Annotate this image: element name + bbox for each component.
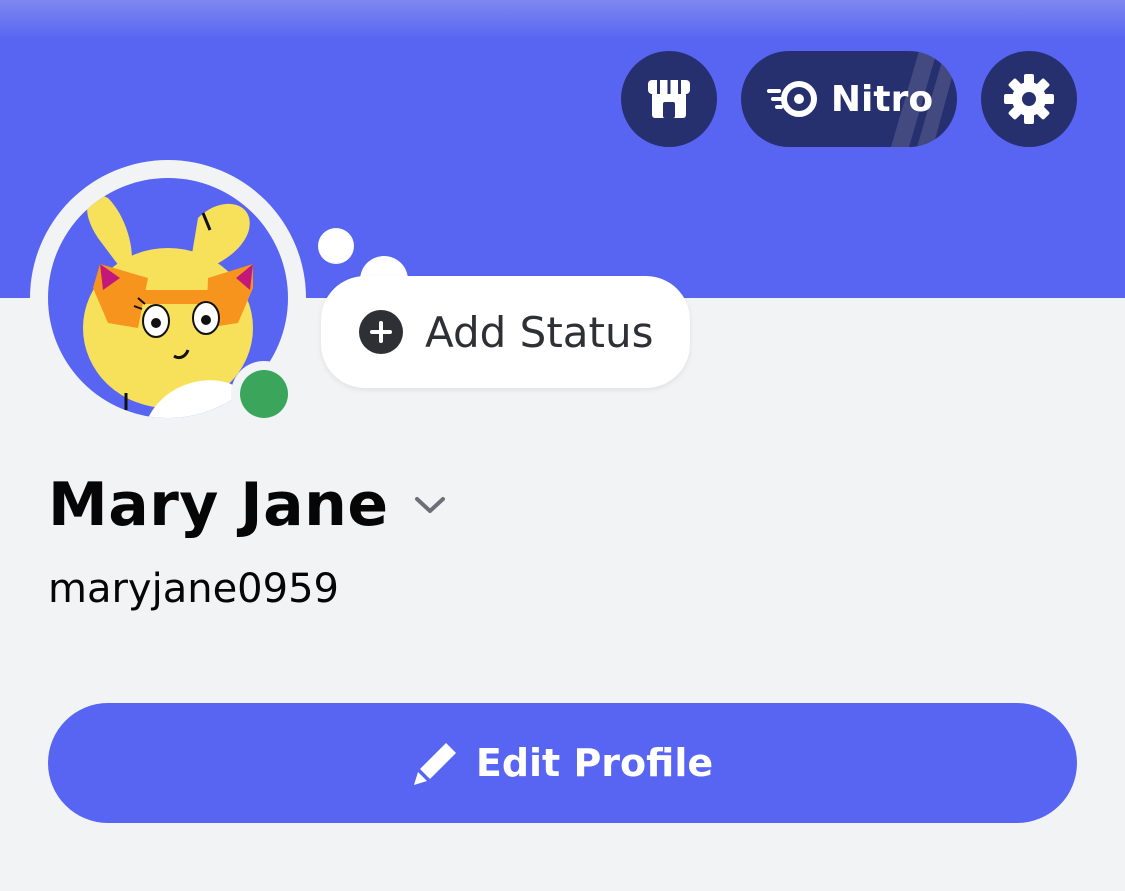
plus-circle-icon <box>359 310 403 354</box>
edit-profile-label: Edit Profile <box>475 741 714 785</box>
settings-button[interactable] <box>981 51 1077 147</box>
thought-bubble-dot-small <box>318 228 354 264</box>
display-name-switcher[interactable]: Mary Jane <box>48 470 447 540</box>
online-status-indicator <box>240 370 288 418</box>
shop-icon <box>648 80 690 118</box>
edit-profile-button[interactable]: Edit Profile <box>48 703 1077 823</box>
gear-icon <box>1004 74 1054 124</box>
nitro-button[interactable]: Nitro <box>741 51 957 147</box>
shop-button[interactable] <box>621 51 717 147</box>
nitro-label: Nitro <box>830 78 934 120</box>
chevron-down-icon <box>414 497 445 513</box>
nitro-icon <box>766 81 817 117</box>
add-status-label: Add Status <box>425 307 654 357</box>
pencil-icon <box>413 743 456 785</box>
username: maryjane0959 <box>48 566 339 612</box>
add-status-button[interactable]: Add Status <box>321 276 690 388</box>
display-name: Mary Jane <box>48 470 389 540</box>
